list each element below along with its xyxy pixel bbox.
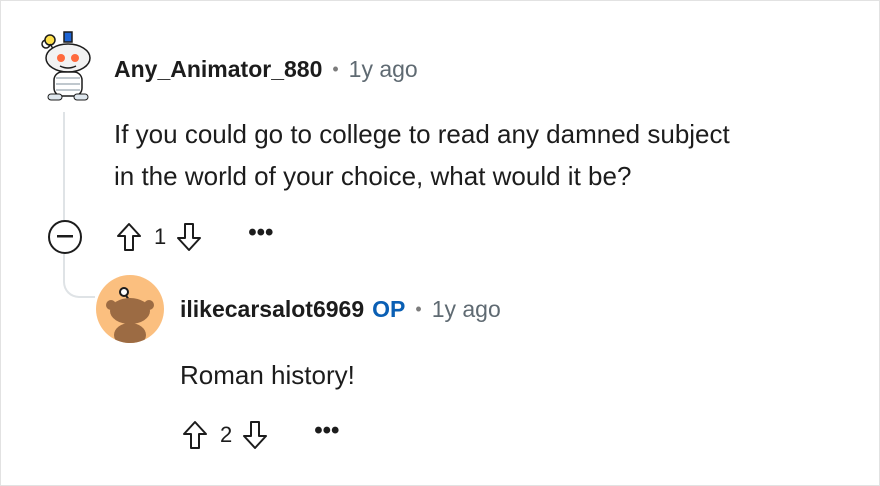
- minus-icon: [57, 235, 73, 238]
- reply-actions: 2 •••: [180, 415, 339, 455]
- comment-meta: Any_Animator_880 • 1y ago: [114, 56, 418, 83]
- upvote-button[interactable]: [180, 419, 210, 451]
- reply-user-avatar[interactable]: [96, 275, 164, 343]
- reply-body: Roman history!: [180, 360, 355, 390]
- downvote-button[interactable]: [240, 419, 270, 451]
- meta-separator: •: [415, 299, 422, 319]
- meta-separator: •: [332, 59, 339, 79]
- reply-meta: ilikecarsalot6969 OP • 1y ago: [180, 296, 501, 323]
- downvote-button[interactable]: [174, 221, 204, 253]
- comment-actions: 1 •••: [114, 217, 273, 257]
- vote-score: 2: [220, 422, 233, 447]
- comment-username[interactable]: Any_Animator_880: [114, 56, 322, 83]
- arrow-up-icon: [183, 421, 207, 449]
- arrow-down-icon: [177, 223, 202, 251]
- comment-body: If you could go to college to read any d…: [114, 113, 730, 197]
- op-badge: OP: [372, 296, 406, 322]
- user-avatar[interactable]: [40, 30, 96, 102]
- arrow-up-icon: [117, 223, 141, 251]
- reply-timestamp[interactable]: 1y ago: [432, 296, 501, 323]
- reply-username[interactable]: ilikecarsalot6969: [180, 296, 364, 323]
- upvote-button[interactable]: [114, 221, 144, 253]
- collapse-thread-button[interactable]: [48, 220, 82, 254]
- arrow-down-icon: [243, 421, 268, 449]
- snoo-robot-avatar-icon: [41, 31, 91, 101]
- reply-connector-curve: [63, 270, 95, 298]
- comment-body-line: If you could go to college to read any d…: [114, 119, 730, 149]
- comment-timestamp[interactable]: 1y ago: [349, 56, 418, 83]
- more-options-button[interactable]: •••: [248, 221, 273, 246]
- comment-body-line: in the world of your choice, what would …: [114, 161, 632, 191]
- more-options-button[interactable]: •••: [314, 419, 339, 444]
- vote-score: 1: [154, 224, 167, 249]
- snoo-default-avatar-icon: [106, 287, 154, 343]
- thread-line: [63, 112, 65, 220]
